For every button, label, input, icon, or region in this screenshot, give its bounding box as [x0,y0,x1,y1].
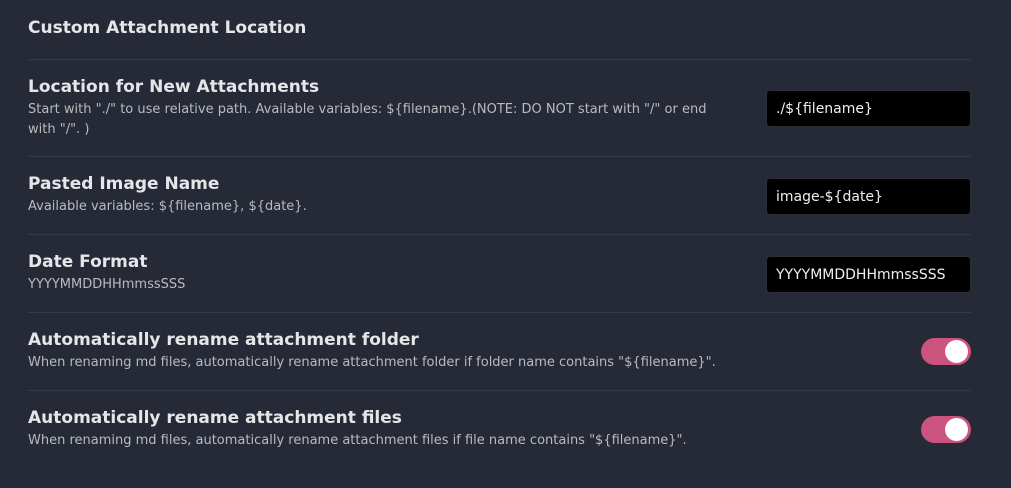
setting-pasted-image-name: Pasted Image Name Available variables: $… [28,157,971,235]
setting-description: When renaming md files, automatically re… [28,355,716,370]
toggle-knob [945,418,968,441]
setting-description: Available variables: ${filename}, ${date… [28,199,307,214]
setting-date-format: Date Format YYYYMMDDHHmmssSSS [28,235,971,313]
setting-name: Location for New Attachments [28,77,320,97]
pasted-image-name-input[interactable] [766,178,971,215]
setting-name: Pasted Image Name [28,174,220,194]
section-title: Custom Attachment Location [28,0,971,60]
settings-page: Custom Attachment Location Location for … [28,0,971,469]
rename-folder-toggle[interactable] [921,338,971,365]
toggle-knob [945,340,968,363]
setting-name: Date Format [28,252,148,272]
setting-description: YYYYMMDDHHmmssSSS [28,277,186,292]
setting-description: Start with "./" to use relative path. Av… [28,102,707,137]
setting-location-new-attachments: Location for New Attachments Start with … [28,60,971,157]
date-format-input[interactable] [766,256,971,293]
setting-rename-attachment-files: Automatically rename attachment files Wh… [28,391,971,469]
setting-name: Automatically rename attachment files [28,408,402,428]
setting-rename-attachment-folder: Automatically rename attachment folder W… [28,313,971,391]
setting-description: When renaming md files, automatically re… [28,433,687,448]
rename-files-toggle[interactable] [921,416,971,443]
setting-name: Automatically rename attachment folder [28,330,419,350]
location-input[interactable] [766,90,971,127]
